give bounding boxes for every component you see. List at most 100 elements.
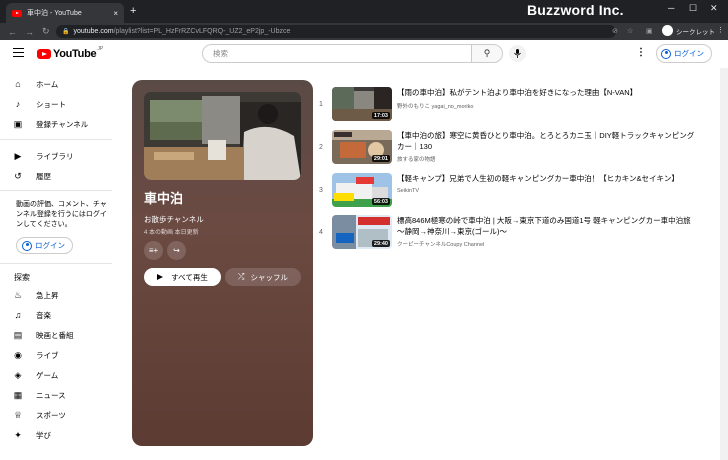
video-title[interactable]: 標高846M極寒の峠で車中泊 | 大阪→東京下道のみ国道1号 軽キャンピングカー…	[397, 216, 697, 237]
sidebar-item[interactable]: ♕ スポーツ	[12, 408, 66, 422]
video-channel[interactable]: クーピーチャンネルCoupy Channel	[397, 240, 484, 248]
voice-search-button[interactable]	[509, 45, 526, 62]
search-input[interactable]: 検索	[202, 44, 472, 63]
search-icon: ⚲	[483, 48, 491, 58]
sidebar-item[interactable]: ♪ ショート	[12, 97, 66, 111]
sidebar-item[interactable]: ▣ 登録チャンネル	[12, 117, 89, 131]
sidebar-item[interactable]: ▶ ライブラリ	[12, 149, 74, 163]
lock-icon: 🔒	[62, 29, 70, 35]
incognito-label: シークレット	[676, 28, 715, 36]
sidebar-item[interactable]: ▤ 映画と番組	[12, 328, 74, 342]
sidebar-item[interactable]: ♨ 急上昇	[12, 288, 59, 302]
video-duration: 29:40	[371, 240, 390, 247]
tracking-blocked-icon[interactable]: ⊘	[612, 27, 618, 35]
minimize-icon[interactable]: ─	[668, 3, 674, 13]
video-channel[interactable]: 野外のもりこ yagai_no_moriko	[397, 102, 473, 110]
sidebar-item-label: ゲーム	[36, 370, 59, 380]
sidebar-divider	[0, 139, 112, 140]
search-button[interactable]: ⚲	[471, 44, 503, 63]
video-index: 4	[319, 229, 323, 236]
sidebar-item-icon: ▶	[14, 150, 22, 161]
sidebar-item-icon: ↺	[14, 170, 22, 181]
sidebar-item-icon: ▦	[13, 389, 23, 400]
account-icon	[22, 240, 32, 251]
sidebar-item-label: ライブラリ	[36, 151, 74, 161]
video-title[interactable]: 【雨の車中泊】私がテント泊より車中泊を好きになった理由【N-VAN】	[397, 88, 697, 99]
playlist-thumbnail-image	[144, 92, 301, 180]
shuffle-label: シャッフル	[250, 272, 288, 282]
video-title[interactable]: 【車中泊の旅】寒空に黄昏ひとり車中泊。とろとろカニ玉｜DIY軽トラックキャンピン…	[397, 131, 697, 152]
playlist-channel[interactable]: お散歩チャンネル	[144, 214, 204, 225]
shuffle-button[interactable]: ⤮ シャッフル	[225, 268, 301, 286]
microphone-icon	[514, 49, 521, 58]
hamburger-menu-icon[interactable]	[13, 48, 24, 59]
video-thumbnail[interactable]: 29:01	[332, 130, 392, 164]
browser-menu-icon[interactable]: ⋮	[717, 26, 724, 34]
sidebar-item-icon: ✦	[14, 429, 22, 440]
sidebar-item[interactable]: ◉ ライブ	[12, 348, 59, 362]
sidebar-item[interactable]: ▦ ニュース	[12, 388, 66, 402]
header-login-button[interactable]: ログイン	[656, 44, 712, 63]
url-field[interactable]: 🔒 youtube.com /playlist?list=PL_HzFrRZCv…	[56, 25, 616, 38]
browser-window: 車中泊 - YouTube × + Buzzword Inc. ─ ☐ ✕ ← …	[0, 0, 728, 460]
new-tab-button[interactable]: +	[130, 5, 136, 17]
bookmark-star-icon[interactable]: ☆	[627, 27, 633, 35]
browser-tab[interactable]: 車中泊 - YouTube ×	[6, 3, 124, 23]
sidebar-item[interactable]: ⌂ ホーム	[12, 77, 58, 91]
sidebar-item[interactable]: ✦ 学び	[12, 428, 51, 442]
tab-close-icon[interactable]: ×	[113, 9, 118, 18]
sidebar-item[interactable]: ♫ 音楽	[12, 308, 51, 322]
sidebar-divider	[0, 190, 112, 191]
sidebar-item-label: ホーム	[36, 79, 59, 89]
youtube-logo[interactable]: YouTube JP	[37, 46, 104, 60]
sidebar-item-icon: ♪	[15, 99, 21, 109]
reload-icon[interactable]: ↻	[42, 26, 50, 37]
video-duration: 56:03	[371, 198, 390, 205]
sidebar-login-label: ログイン	[35, 241, 65, 250]
play-icon	[157, 274, 164, 280]
sidebar-item-label: 学び	[36, 430, 51, 440]
video-channel[interactable]: SeikinTV	[397, 188, 419, 194]
maximize-icon[interactable]: ☐	[689, 3, 697, 14]
sidebar-item-icon: ♕	[13, 409, 23, 420]
logo-region: JP	[97, 46, 104, 52]
sidebar-item-icon: ♫	[14, 310, 22, 320]
sidebar-item[interactable]: ◈ ゲーム	[12, 368, 59, 382]
share-icon[interactable]: ↪	[167, 241, 186, 260]
sidebar-item-icon: ▣	[13, 118, 23, 129]
forward-icon[interactable]: →	[25, 27, 34, 37]
save-playlist-icon[interactable]: ≡+	[144, 241, 163, 260]
more-options-icon[interactable]: ⋮	[636, 47, 646, 58]
video-thumbnail[interactable]: 17:03	[332, 87, 392, 121]
sidebar-item-icon: ◉	[14, 349, 22, 360]
video-thumbnail[interactable]: 29:40	[332, 215, 392, 249]
sidebar-item-label: ショート	[36, 99, 66, 109]
incognito-indicator[interactable]: シークレット	[662, 25, 715, 36]
video-title[interactable]: 【軽キャンプ】兄弟で人生初の軽キャンピングカー車中泊！【ヒカキン&セイキン】	[397, 174, 697, 185]
brand-watermark: Buzzword Inc.	[527, 2, 624, 18]
play-all-button[interactable]: すべて再生	[144, 268, 221, 286]
youtube-favicon-icon	[12, 9, 22, 17]
incognito-icon	[662, 25, 673, 36]
sidebar-item-icon: ⌂	[15, 79, 21, 89]
account-icon	[661, 48, 671, 59]
sidebar-login-button[interactable]: ログイン	[16, 237, 73, 254]
address-bar: ← → ↻ 🔒 youtube.com /playlist?list=PL_Hz…	[0, 23, 728, 40]
sidebar-item-label: 音楽	[36, 310, 51, 320]
sidebar-item-label: 急上昇	[36, 290, 59, 300]
playlist-meta: 4 本の動画 本日更新	[144, 230, 199, 236]
playlist-thumbnail[interactable]	[144, 92, 301, 180]
video-channel[interactable]: 旅する家の物語	[397, 155, 436, 163]
sidebar-item-label: ライブ	[36, 350, 59, 360]
sidebar-item-icon: ◈	[14, 369, 22, 380]
video-index: 3	[319, 187, 323, 194]
back-icon[interactable]: ←	[8, 27, 17, 37]
url-host: youtube.com	[73, 28, 114, 35]
side-panel-icon[interactable]: ▣	[646, 27, 653, 35]
sidebar-item-label: 映画と番組	[36, 330, 74, 340]
page-scrollbar[interactable]	[720, 68, 728, 460]
window-close-icon[interactable]: ✕	[710, 3, 718, 14]
video-thumbnail[interactable]: 56:03	[332, 173, 392, 207]
video-index: 2	[319, 144, 323, 151]
sidebar-item[interactable]: ↺ 履歴	[12, 169, 51, 183]
